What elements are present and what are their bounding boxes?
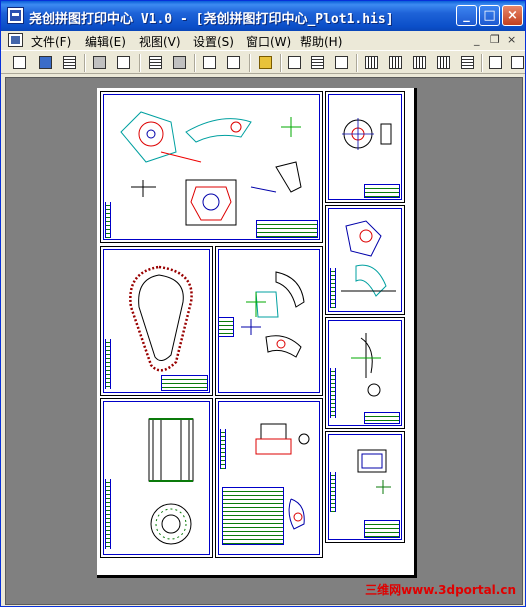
drawing-sheet[interactable]: [325, 317, 405, 429]
part-drawing: [351, 333, 381, 397]
layout-icon[interactable]: [509, 54, 526, 71]
print-setup-icon[interactable]: [91, 54, 108, 71]
menu-help[interactable]: 帮助(H): [300, 33, 342, 50]
align-middle-icon[interactable]: [459, 54, 476, 71]
toolbar-separator: [139, 54, 141, 72]
app-logo-icon[interactable]: [7, 7, 24, 24]
document-icon[interactable]: [8, 33, 23, 47]
toolbar-separator: [194, 54, 196, 72]
duplicate-icon[interactable]: [333, 54, 350, 71]
align-left-icon[interactable]: [363, 54, 380, 71]
minimize-button[interactable]: _: [456, 5, 477, 26]
toolbar-separator: [356, 54, 358, 72]
title-bar[interactable]: 尧创拼图打印中心 V1.0 - [尧创拼图打印中心_Plot1.his] _ □…: [1, 1, 525, 31]
drawing-sheet[interactable]: [325, 205, 405, 315]
toolbar-separator: [481, 54, 483, 72]
align-right-icon[interactable]: [411, 54, 428, 71]
part-drawing: [120, 111, 302, 226]
distribute-icon[interactable]: [435, 54, 452, 71]
align-bottom-icon[interactable]: [147, 54, 164, 71]
mdi-restore-button[interactable]: ❐: [490, 33, 500, 46]
drawing-sheet[interactable]: [100, 398, 213, 558]
drawing-sheet[interactable]: [325, 431, 405, 543]
toolbar-separator: [280, 54, 282, 72]
fit-page-icon[interactable]: [201, 54, 218, 71]
print-page[interactable]: [97, 88, 417, 578]
menu-view[interactable]: 视图(V): [139, 33, 181, 50]
menu-edit[interactable]: 编辑(E): [85, 33, 126, 50]
menu-bar: 文件(F) 编辑(E) 视图(V) 设置(S) 窗口(W) 帮助(H) _ ❐ …: [1, 31, 525, 49]
toolbar: [1, 50, 525, 74]
plot-workspace[interactable]: 三维网www.3dportal.cn: [5, 77, 523, 605]
drawing-sheet[interactable]: [215, 246, 323, 396]
new-file-icon[interactable]: [11, 54, 28, 71]
align-center-icon[interactable]: [387, 54, 404, 71]
part-drawing: [255, 423, 310, 530]
zoom-icon[interactable]: [225, 54, 242, 71]
align-top-icon[interactable]: [171, 54, 188, 71]
part-drawing: [341, 220, 396, 297]
app-window: 尧创拼图打印中心 V1.0 - [尧创拼图打印中心_Plot1.his] _ □…: [0, 0, 526, 607]
watermark-text: 三维网www.3dportal.cn: [365, 583, 516, 597]
menu-window[interactable]: 窗口(W): [246, 33, 291, 50]
save-icon[interactable]: [61, 54, 78, 71]
menu-file[interactable]: 文件(F): [31, 33, 71, 50]
toolbar-separator: [84, 54, 86, 72]
copy-icon[interactable]: [286, 54, 303, 71]
drawing-sheet[interactable]: [100, 246, 213, 396]
maximize-button[interactable]: □: [479, 5, 500, 26]
window-title: 尧创拼图打印中心 V1.0 - [尧创拼图打印中心_Plot1.his]: [29, 12, 394, 27]
part-drawing: [129, 265, 193, 372]
paste-icon[interactable]: [309, 54, 326, 71]
menu-settings[interactable]: 设置(S): [193, 33, 234, 50]
link-icon[interactable]: [257, 54, 274, 71]
open-folder-icon[interactable]: [37, 54, 54, 71]
drawing-sheet[interactable]: [100, 91, 323, 243]
mdi-close-button[interactable]: ×: [507, 33, 516, 46]
part-drawing: [342, 118, 392, 150]
part-drawing: [241, 271, 305, 358]
part-drawing: [148, 418, 194, 545]
mdi-minimize-button[interactable]: _: [474, 33, 480, 46]
drawing-sheet[interactable]: [325, 91, 405, 203]
toolbar-separator: [249, 54, 251, 72]
drawing-sheet[interactable]: [215, 398, 323, 558]
close-button[interactable]: ×: [502, 5, 523, 26]
part-drawing: [357, 449, 391, 494]
print-preview-icon[interactable]: [115, 54, 132, 71]
page-icon[interactable]: [487, 54, 504, 71]
